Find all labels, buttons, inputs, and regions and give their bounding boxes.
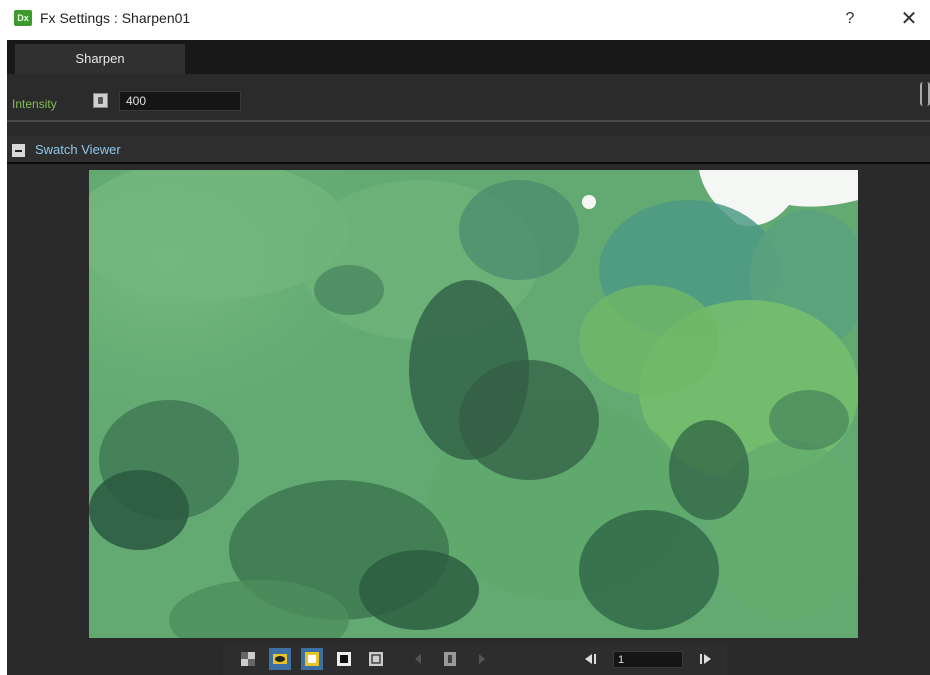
- scroll-handle[interactable]: [920, 82, 930, 106]
- intensity-field[interactable]: [119, 91, 241, 111]
- intensity-label: Intensity: [12, 97, 57, 111]
- white-bg-icon[interactable]: [301, 648, 323, 670]
- fx-settings-panel: Sharpen Intensity Swatch Viewer: [7, 40, 930, 675]
- tab-sharpen[interactable]: Sharpen: [15, 44, 185, 74]
- checkerboard-bg-icon[interactable]: [237, 648, 259, 670]
- swatch-viewer: [7, 166, 930, 640]
- next-frame-icon[interactable]: [695, 648, 717, 670]
- prev-frame-icon[interactable]: [579, 648, 601, 670]
- frame-field[interactable]: [613, 651, 683, 668]
- key-toggle-icon[interactable]: [439, 648, 461, 670]
- foliage-image: [89, 170, 858, 638]
- swatch-preview-image[interactable]: [89, 170, 858, 638]
- app-icon: Dx: [14, 10, 32, 26]
- help-button[interactable]: ?: [838, 6, 862, 32]
- fit-to-window-icon[interactable]: [365, 648, 387, 670]
- title-bar: Dx Fx Settings : Sharpen01 ? ✕: [0, 0, 930, 38]
- swatch-viewer-title: Swatch Viewer: [35, 142, 121, 157]
- tab-bar: Sharpen: [7, 40, 930, 74]
- collapse-icon[interactable]: [12, 144, 25, 157]
- close-button[interactable]: ✕: [896, 6, 922, 32]
- animation-key-icon[interactable]: [93, 93, 108, 108]
- eye-preview-icon[interactable]: [269, 648, 291, 670]
- black-bg-icon[interactable]: [333, 648, 355, 670]
- swatch-viewer-header[interactable]: Swatch Viewer: [7, 136, 930, 164]
- intensity-param-row: Intensity: [7, 74, 930, 122]
- prev-key-icon[interactable]: [407, 648, 429, 670]
- swatch-toolbar: [223, 642, 727, 675]
- next-key-icon[interactable]: [471, 648, 493, 670]
- window-title: Fx Settings : Sharpen01: [40, 10, 191, 26]
